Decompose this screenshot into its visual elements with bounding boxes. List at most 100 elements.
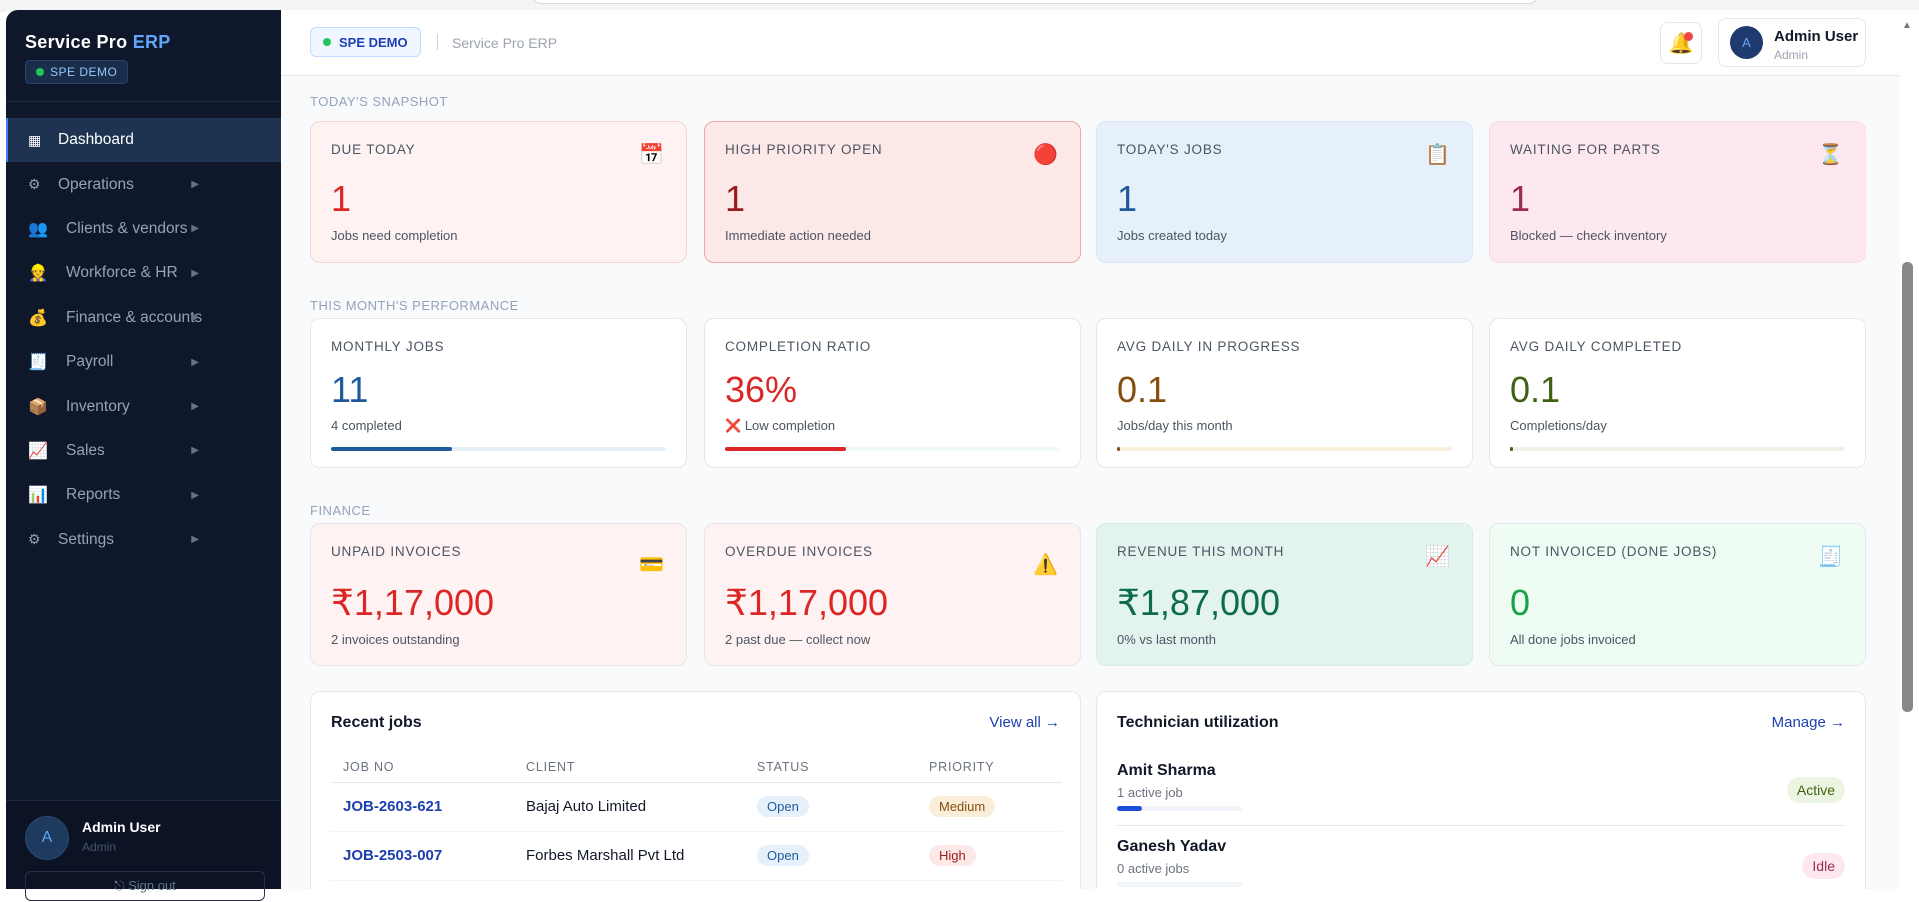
sidebar-item-label: Dashboard bbox=[58, 131, 134, 149]
sidebar-item-finance[interactable]: 💰 Finance & accounts ▶ bbox=[6, 296, 281, 340]
card-subtext: All done jobs invoiced bbox=[1510, 632, 1636, 647]
tenant-label: SPE DEMO bbox=[339, 34, 408, 50]
todays-jobs-card[interactable]: TODAY'S JOBS 📋 1 Jobs created today bbox=[1096, 121, 1473, 263]
technician-utilization-panel: Technician utilization Manage → Amit Sha… bbox=[1096, 691, 1866, 889]
scroll-up-icon[interactable]: ▲ bbox=[1902, 20, 1912, 31]
status-badge: Idle bbox=[1802, 853, 1845, 879]
sidebar-item-payroll[interactable]: 🧾 Payroll ▶ bbox=[6, 340, 281, 384]
card-value: ₹1,87,000 bbox=[1117, 582, 1281, 623]
sidebar-item-inventory[interactable]: 📦 Inventory ▶ bbox=[6, 384, 281, 428]
avg-completed-card[interactable]: AVG DAILY COMPLETED 0.1 Completions/day bbox=[1489, 318, 1866, 468]
warning-icon: ⚠️ bbox=[1033, 554, 1058, 576]
not-invoiced-card[interactable]: NOT INVOICED (DONE JOBS) 🧾 0 All done jobs … bbox=[1489, 523, 1866, 666]
sidebar-nav: ▦ Dashboard ⚙ Operations ▶ 👥 Clients & vendo… bbox=[6, 118, 281, 562]
sidebar-item-dashboard[interactable]: ▦ Dashboard bbox=[6, 118, 281, 163]
sidebar-item-settings[interactable]: ⚙ Settings ▶ bbox=[6, 518, 281, 562]
table-row[interactable]: JOB-2503-007 Forbes Marshall Pvt Ltd Open H… bbox=[331, 831, 1062, 881]
unpaid-invoices-card[interactable]: UNPAID INVOICES 💳 ₹1,17,000 2 invoices outs… bbox=[310, 523, 687, 666]
sidebar-item-workforce[interactable]: 👷 Workforce & HR ▶ bbox=[6, 251, 281, 295]
chevron-right-icon: ▶ bbox=[191, 356, 199, 368]
card-label: OVERDUE INVOICES bbox=[725, 544, 873, 559]
card-value: ₹1,17,000 bbox=[331, 582, 495, 623]
chevron-right-icon: ▶ bbox=[191, 223, 199, 235]
hourglass-icon: ⏳ bbox=[1818, 144, 1843, 166]
user-menu-button[interactable]: A Admin User Admin bbox=[1718, 18, 1866, 67]
sidebar-item-sales[interactable]: 📈 Sales ▶ bbox=[6, 429, 281, 473]
tenant-badge: SPE DEMO bbox=[25, 60, 129, 84]
brand-name: Service Pro bbox=[25, 32, 128, 52]
sidebar-item-clients[interactable]: 👥 Clients & vendors ▶ bbox=[6, 207, 281, 251]
notification-dot-icon bbox=[1684, 32, 1693, 41]
red-circle-icon: 🔴 bbox=[1033, 144, 1058, 166]
panel-title: Technician utilization bbox=[1117, 714, 1279, 731]
chevron-right-icon: ▶ bbox=[191, 179, 199, 191]
manage-link[interactable]: Manage → bbox=[1772, 714, 1845, 731]
progress-bar bbox=[1117, 447, 1452, 451]
table-row[interactable]: JOB-2603-621 Bajaj Auto Limited Open Medium bbox=[331, 782, 1062, 832]
receipt-icon: 🧾 bbox=[1818, 546, 1843, 568]
sidebar-item-label: Finance & accounts bbox=[66, 308, 203, 326]
clipboard-icon: 📋 bbox=[1425, 144, 1450, 166]
card-value: 1 bbox=[725, 178, 746, 219]
card-subtext: Jobs/day this month bbox=[1117, 418, 1233, 433]
chevron-right-icon: ▶ bbox=[191, 312, 199, 324]
card-subtext: ❌ Low completion bbox=[725, 418, 835, 434]
gear-icon: ⚙ bbox=[28, 176, 41, 193]
sidebar-item-label: Inventory bbox=[66, 397, 130, 415]
technician-row[interactable]: Ganesh Yadav 0 active jobs Idle bbox=[1117, 826, 1845, 902]
job-link[interactable]: JOB-2603-621 bbox=[331, 782, 514, 832]
credit-card-icon: 💳 bbox=[639, 554, 664, 576]
card-label: UNPAID INVOICES bbox=[331, 544, 462, 559]
technician-name: Amit Sharma bbox=[1117, 762, 1216, 779]
card-subtext: 0% vs last month bbox=[1117, 632, 1216, 647]
progress-bar bbox=[1510, 447, 1845, 451]
user-name: Admin User bbox=[82, 819, 161, 835]
avg-in-progress-card[interactable]: AVG DAILY IN PROGRESS 0.1 Jobs/day this mo… bbox=[1096, 318, 1473, 468]
view-all-link[interactable]: View all → bbox=[989, 714, 1060, 731]
waiting-parts-card[interactable]: WAITING FOR PARTS ⏳ 1 Blocked — check inven… bbox=[1489, 121, 1866, 263]
sidebar-item-reports[interactable]: 📊 Reports ▶ bbox=[6, 473, 281, 517]
section-title: TODAY'S SNAPSHOT bbox=[310, 94, 448, 109]
divider bbox=[6, 101, 281, 102]
brand-accent: ERP bbox=[132, 32, 171, 52]
bar-chart-icon: 📊 bbox=[28, 487, 48, 505]
overdue-invoices-card[interactable]: OVERDUE INVOICES ⚠️ ₹1,17,000 2 past due — … bbox=[704, 523, 1081, 666]
chevron-right-icon: ▶ bbox=[191, 489, 199, 501]
notifications-button[interactable]: 🔔 bbox=[1660, 22, 1702, 64]
due-today-card[interactable]: DUE TODAY 📅 1 Jobs need completion bbox=[310, 121, 687, 263]
technician-jobs: 1 active job bbox=[1117, 785, 1183, 800]
job-link[interactable]: JOB-2503-007 bbox=[331, 831, 514, 881]
technician-row[interactable]: Amit Sharma 1 active job Active bbox=[1117, 750, 1845, 826]
tenant-badge: SPE DEMO bbox=[310, 27, 421, 57]
utilization-fill bbox=[1117, 806, 1142, 811]
sign-out-button[interactable]: ⎋ Sign out bbox=[25, 871, 265, 901]
status-badge: Active bbox=[1786, 777, 1845, 803]
sidebar: Service Pro ERP SPE DEMO ▦ Dashboard ⚙ Ope… bbox=[6, 10, 281, 901]
column-header: STATUS bbox=[745, 752, 917, 783]
subtext-label: Low completion bbox=[744, 418, 836, 433]
sidebar-item-operations[interactable]: ⚙ Operations ▶ bbox=[6, 162, 281, 206]
app-subtitle: Service Pro ERP bbox=[452, 35, 558, 51]
card-label: HIGH PRIORITY OPEN bbox=[725, 142, 883, 157]
address-bar[interactable] bbox=[530, 0, 1540, 4]
chart-up-icon: 📈 bbox=[28, 442, 48, 460]
recent-jobs-table: JOB NO CLIENT STATUS PRIORITY JOB-2603-6… bbox=[331, 752, 1062, 881]
receipt-icon: 🧾 bbox=[28, 354, 48, 372]
high-priority-card[interactable]: HIGH PRIORITY OPEN 🔴 1 Immediate action nee… bbox=[704, 121, 1081, 263]
status-dot-icon bbox=[323, 38, 331, 46]
card-value: 1 bbox=[1510, 178, 1531, 219]
sidebar-item-label: Workforce & HR bbox=[66, 264, 178, 282]
priority-badge: High bbox=[929, 845, 976, 866]
card-label: REVENUE THIS MONTH bbox=[1117, 544, 1285, 559]
card-subtext: Blocked — check inventory bbox=[1510, 228, 1667, 243]
chevron-right-icon: ▶ bbox=[191, 534, 199, 546]
sidebar-item-label: Settings bbox=[58, 530, 115, 548]
completion-ratio-card[interactable]: COMPLETION RATIO 36% ❌ Low completion bbox=[704, 318, 1081, 468]
card-value: 1 bbox=[1117, 178, 1138, 219]
monthly-jobs-card[interactable]: MONTHLY JOBS 11 4 completed bbox=[310, 318, 687, 468]
divider bbox=[437, 34, 438, 50]
sidebar-item-label: Clients & vendors bbox=[66, 219, 188, 237]
revenue-card[interactable]: REVENUE THIS MONTH 📈 ₹1,87,000 0% vs last m… bbox=[1096, 523, 1473, 666]
scrollbar-thumb[interactable] bbox=[1902, 262, 1913, 712]
sidebar-item-label: Reports bbox=[66, 486, 121, 504]
